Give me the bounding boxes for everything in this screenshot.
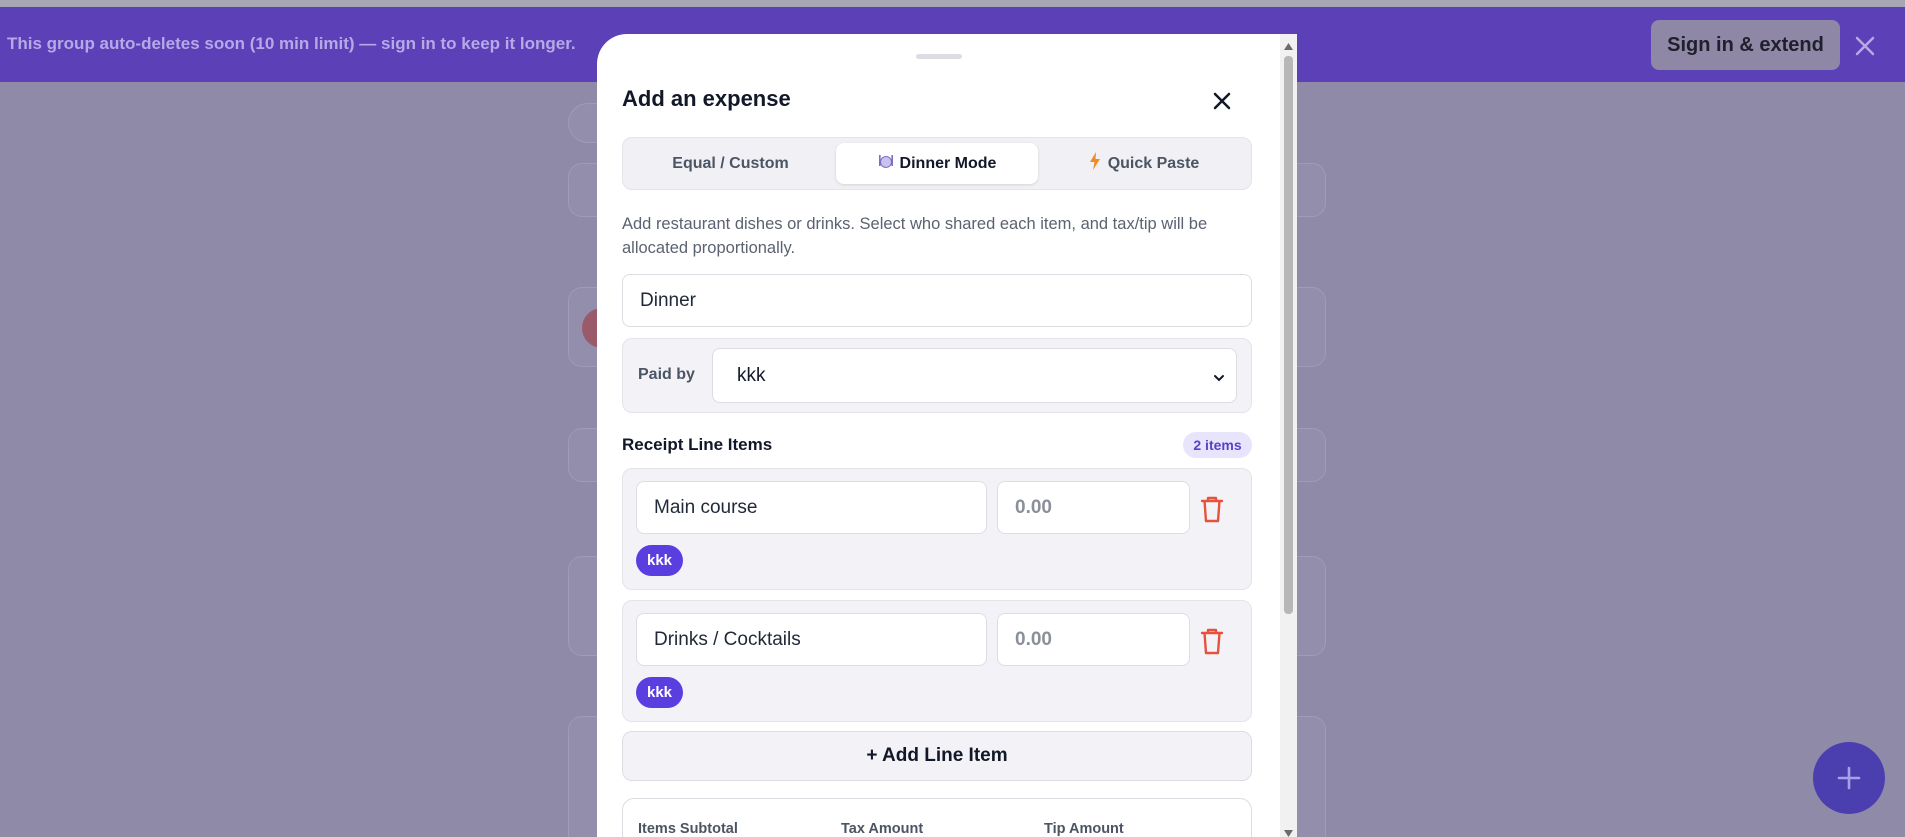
- paid-by-row: Paid by kkk: [622, 338, 1252, 413]
- modal-title: Add an expense: [622, 86, 791, 111]
- item-name-input[interactable]: Main course: [636, 481, 987, 534]
- items-count-badge: 2 items: [1183, 432, 1252, 458]
- line-item: Drinks / Cocktails 0.00 kkk: [622, 600, 1252, 722]
- participant-chip[interactable]: kkk: [636, 677, 683, 708]
- split-mode-tabs: Equal / Custom Dinner Mode Quick Paste: [622, 137, 1252, 190]
- dinner-plate-icon: [878, 153, 894, 174]
- paid-by-label: Paid by: [638, 366, 695, 383]
- tax-label: Tax Amount: [841, 821, 924, 837]
- tab-dinner-mode[interactable]: Dinner Mode: [836, 143, 1038, 184]
- tip-label: Tip Amount: [1044, 821, 1124, 837]
- subtotal-label: Items Subtotal: [638, 821, 738, 837]
- lightning-icon: [1088, 152, 1102, 175]
- tab-equal-custom[interactable]: Equal / Custom: [628, 143, 833, 184]
- modal-scrollbar[interactable]: [1280, 34, 1297, 837]
- scroll-down-icon[interactable]: [1283, 825, 1294, 837]
- browser-top-strip: [0, 0, 1905, 7]
- tab-label: Quick Paste: [1107, 154, 1200, 172]
- paid-by-select[interactable]: kkk: [712, 348, 1237, 403]
- add-expense-modal: Add an expense Equal / Custom Dinner Mod…: [597, 34, 1297, 837]
- tab-label: Equal / Custom: [672, 154, 789, 172]
- scrollbar-thumb[interactable]: [1284, 56, 1293, 614]
- trash-icon[interactable]: [1198, 494, 1226, 524]
- plus-icon: [1837, 766, 1861, 790]
- item-name-input[interactable]: Drinks / Cocktails: [636, 613, 987, 666]
- tab-label: Dinner Mode: [899, 154, 997, 172]
- participant-chip[interactable]: kkk: [636, 545, 683, 576]
- expense-name-input[interactable]: Dinner: [622, 274, 1252, 327]
- add-line-item-button[interactable]: + Add Line Item: [622, 731, 1252, 781]
- tab-quick-paste[interactable]: Quick Paste: [1041, 143, 1246, 184]
- close-icon[interactable]: [1853, 34, 1877, 58]
- trash-icon[interactable]: [1198, 626, 1226, 656]
- banner-message: This group auto-deletes soon (10 min lim…: [7, 34, 576, 53]
- drag-handle[interactable]: [916, 54, 962, 59]
- chevron-down-icon: [1212, 369, 1226, 391]
- mode-description: Add restaurant dishes or drinks. Select …: [622, 215, 1208, 257]
- line-item: Main course 0.00 kkk: [622, 468, 1252, 590]
- scroll-up-icon[interactable]: [1283, 38, 1294, 56]
- add-expense-fab[interactable]: [1813, 742, 1885, 814]
- paid-by-value: kkk: [737, 364, 766, 386]
- item-amount-input[interactable]: 0.00: [997, 613, 1190, 666]
- line-items-title: Receipt Line Items: [622, 435, 773, 454]
- sign-in-extend-button[interactable]: Sign in & extend: [1651, 20, 1840, 70]
- close-icon[interactable]: [1207, 86, 1237, 116]
- item-amount-input[interactable]: 0.00: [997, 481, 1190, 534]
- totals-panel: Items Subtotal Tax Amount Tip Amount: [622, 798, 1252, 837]
